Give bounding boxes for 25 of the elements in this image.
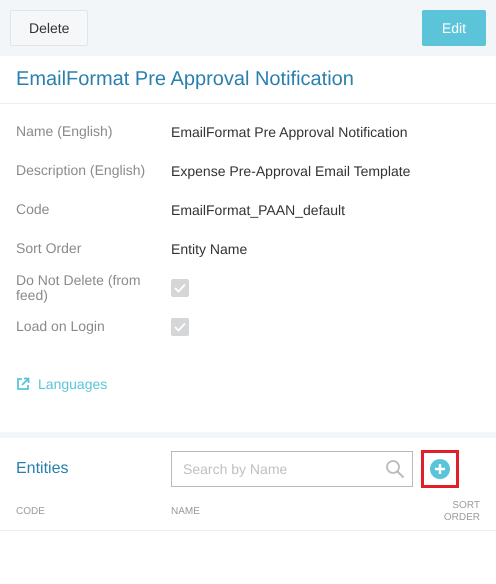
field-value: Entity Name	[171, 240, 248, 256]
column-header: CODE	[16, 506, 46, 518]
add-button[interactable]	[421, 450, 459, 488]
field-value: Expense Pre-Approval Email Template	[171, 162, 410, 178]
field-label: Code	[16, 202, 50, 217]
search-field[interactable]: Search by Name	[171, 451, 413, 487]
column-header: NAME	[171, 506, 201, 518]
edit-button[interactable]: Edit	[422, 10, 486, 46]
column-header: SORT ORDER	[442, 500, 480, 524]
field-label: Do Not Delete (from feed)	[16, 272, 142, 302]
external-link-icon	[16, 377, 30, 391]
search-icon	[385, 459, 405, 479]
delete-button[interactable]: Delete	[10, 10, 88, 46]
section-title: Entities	[16, 460, 70, 478]
plus-icon	[430, 459, 450, 479]
field-value: EmailFormat Pre Approval Notification	[171, 124, 408, 140]
field-value: EmailFormat_PAAN_default	[171, 202, 346, 218]
check-icon	[174, 282, 186, 292]
field-label: Description (English)	[16, 163, 146, 178]
field-label: Name (English)	[16, 124, 114, 139]
check-icon	[174, 322, 186, 332]
page-title: EmailFormat Pre Approval Notification	[0, 56, 496, 104]
languages-link[interactable]: Languages	[16, 376, 108, 392]
field-label: Sort Order	[16, 241, 82, 256]
field-label: Load on Login	[16, 319, 106, 334]
